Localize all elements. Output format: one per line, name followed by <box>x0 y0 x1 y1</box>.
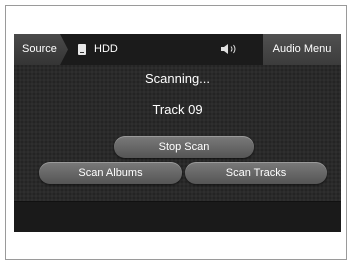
stop-scan-button[interactable]: Stop Scan <box>114 136 254 158</box>
top-bar: Source HDD Audio Menu <box>14 34 341 65</box>
scan-albums-button[interactable]: Scan Albums <box>39 162 182 184</box>
volume-icon[interactable] <box>220 43 240 55</box>
hdd-icon <box>78 44 86 55</box>
source-button[interactable]: Source <box>14 34 68 65</box>
audio-menu-button[interactable]: Audio Menu <box>263 34 341 65</box>
bottom-bar <box>14 201 341 232</box>
scanning-status: Scanning... <box>144 71 211 86</box>
audio-screen: Source HDD Audio Menu Scanning... Track … <box>14 34 341 232</box>
track-number: Track 09 <box>152 102 203 117</box>
scan-tracks-button[interactable]: Scan Tracks <box>185 162 327 184</box>
source-device-label: HDD <box>94 43 118 55</box>
